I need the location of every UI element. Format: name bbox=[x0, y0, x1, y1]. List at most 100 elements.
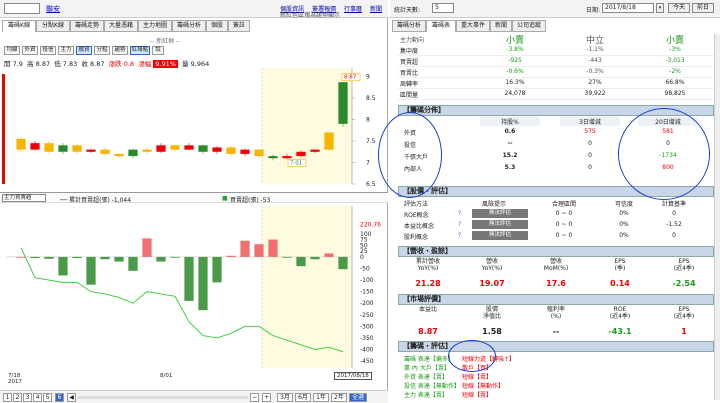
low-label: 7.01 bbox=[290, 161, 302, 167]
period-1y[interactable]: 1年 bbox=[313, 393, 329, 402]
indicator-tick-label: -400 bbox=[360, 346, 374, 353]
page-1[interactable]: 1 bbox=[3, 393, 12, 402]
vertical-scrollbar[interactable] bbox=[714, 34, 720, 400]
candle-body bbox=[254, 149, 264, 157]
candle-body bbox=[86, 149, 96, 152]
page-5[interactable]: 5 bbox=[43, 393, 52, 402]
summary-cell: 27% bbox=[588, 79, 602, 86]
prev-day-button[interactable]: 前日 bbox=[692, 3, 714, 13]
chip-eval-left: 外資 表達【賣】 bbox=[404, 374, 448, 381]
btn-margin[interactable]: 融資 bbox=[76, 46, 92, 55]
btn-main[interactable]: 主力 bbox=[58, 46, 74, 55]
btn-ma[interactable]: 均線 bbox=[4, 46, 20, 55]
tab-broker-kline[interactable]: 分點K線 bbox=[36, 20, 70, 32]
indicator-bar bbox=[30, 256, 40, 259]
valuation-range: 0 ~ 0 bbox=[555, 221, 573, 228]
tab-chip-table[interactable]: 籌碼表 bbox=[426, 20, 456, 32]
section-market: 【市場評價】 bbox=[398, 294, 714, 305]
row-divider bbox=[398, 55, 714, 56]
period-3m[interactable]: 3月 bbox=[277, 393, 293, 402]
candle-body bbox=[142, 149, 152, 152]
indicator-chart: 220.761007550250-50-100-150-200-250-300-… bbox=[6, 206, 381, 368]
page-2[interactable]: 2 bbox=[13, 393, 22, 402]
tab-chip-analysis[interactable]: 籌碼分析 bbox=[392, 20, 426, 32]
valuation-confidence: 0% bbox=[619, 210, 629, 217]
revenue-value: 0.14 bbox=[610, 279, 630, 288]
symbol-input[interactable] bbox=[4, 3, 40, 14]
tab-chip-trend[interactable]: 籌碼走勢 bbox=[70, 20, 104, 32]
btn-red-green[interactable]: 紅綠點 bbox=[130, 46, 150, 55]
price-tick-label: 8.5 bbox=[366, 95, 376, 102]
summary-row-label: 買賣比 bbox=[400, 70, 419, 77]
summary-cell: -3,013 bbox=[665, 57, 685, 64]
symbol-name-link[interactable]: 聯安 bbox=[46, 4, 60, 14]
indicator-bar bbox=[114, 256, 124, 262]
link-news[interactable]: 新聞 bbox=[370, 6, 382, 13]
indicator-tick-label: -250 bbox=[360, 312, 374, 319]
indicator-bar bbox=[128, 256, 138, 271]
chip-eval-right: 短線【賣】 bbox=[462, 392, 493, 399]
summary-row-label: 周轉率 bbox=[400, 81, 419, 88]
tab-chip-kline[interactable]: 籌碼K線 bbox=[2, 20, 36, 32]
valuation-risk-box: 無法評估 bbox=[472, 209, 528, 218]
indicator-legend-bar: 買賣超(張) -53 bbox=[230, 197, 271, 204]
indicator-tick-label: -100 bbox=[360, 277, 374, 284]
btn-help[interactable]: 說 bbox=[152, 46, 164, 55]
candle-body bbox=[44, 143, 54, 152]
zoom-out-icon[interactable]: − bbox=[250, 393, 259, 402]
tab-volume[interactable]: 大量憑藉 bbox=[104, 20, 138, 32]
tab-tracking[interactable]: 公司追蹤 bbox=[512, 20, 546, 32]
period-6m[interactable]: 6月 bbox=[295, 393, 311, 402]
chip-dist-3d: 0 bbox=[588, 164, 592, 171]
chip-dist-holding: -- bbox=[507, 140, 513, 147]
tab-news[interactable]: 新聞 bbox=[490, 20, 512, 32]
period-all[interactable]: 全選 bbox=[349, 393, 367, 402]
help-icon[interactable]: ? bbox=[458, 221, 461, 228]
btn-trend[interactable]: 趨勢 bbox=[112, 46, 128, 55]
btn-broker[interactable]: 分點 bbox=[94, 46, 110, 55]
revenue-header: EPS (近4季) bbox=[673, 258, 695, 272]
page-3[interactable]: 3 bbox=[23, 393, 32, 402]
tab-events[interactable]: 重大事件 bbox=[456, 20, 490, 32]
period-2y[interactable]: 2年 bbox=[331, 393, 347, 402]
candle-body bbox=[114, 153, 124, 157]
summary-header-col1: 小賣 bbox=[505, 36, 524, 46]
annotation-circle-left bbox=[378, 112, 442, 198]
candle-body bbox=[338, 82, 348, 124]
days-select[interactable]: 5 bbox=[432, 3, 454, 13]
tab-main-map[interactable]: 主力地圖 bbox=[138, 20, 172, 32]
indicator-tick-label: 220.76 bbox=[360, 222, 381, 229]
overlay-buttons: 均線 外資 投信 主力 融資 分點 趨勢 紅綠點 說 bbox=[4, 46, 204, 55]
zoom-in-icon[interactable]: + bbox=[262, 393, 271, 402]
highlight-region bbox=[262, 206, 352, 368]
btn-trust[interactable]: 投信 bbox=[40, 46, 56, 55]
date-input[interactable]: 2017/8/18 bbox=[602, 3, 654, 13]
page-6[interactable]: 6 bbox=[55, 393, 64, 402]
days-label: 統計天數: bbox=[394, 7, 421, 14]
price-chart: 9 8.5 8 7.5 7 6.5 8.87 7.01 bbox=[2, 68, 376, 188]
valuation-confidence: 0% bbox=[619, 221, 629, 228]
page-4[interactable]: 4 bbox=[33, 393, 42, 402]
scroll-left-icon[interactable]: ◀ bbox=[67, 393, 76, 402]
today-button[interactable]: 今天 bbox=[668, 3, 690, 13]
indicator-bar bbox=[170, 256, 180, 258]
tab-chip-analysis[interactable]: 籌碼分析 bbox=[172, 20, 206, 32]
valuation-risk-box: 無法評估 bbox=[472, 220, 528, 229]
link-calendar[interactable]: 行事曆 bbox=[344, 6, 362, 13]
summary-cell: 16.3% bbox=[505, 79, 525, 86]
date-down-icon[interactable]: ▾ bbox=[656, 3, 664, 13]
candle-body bbox=[282, 156, 292, 159]
help-icon[interactable]: ? bbox=[458, 232, 461, 239]
summary-cell: -3.8% bbox=[506, 46, 524, 53]
help-icon[interactable]: ? bbox=[458, 210, 461, 217]
btn-foreign[interactable]: 外資 bbox=[22, 46, 38, 55]
valuation-range: 0 ~ 0 bbox=[555, 232, 573, 239]
indicator-select[interactable]: 主力買賣超 bbox=[2, 194, 46, 202]
tab-stock[interactable]: 個股 bbox=[206, 20, 228, 32]
chip-dist-header: 持股% bbox=[480, 117, 540, 126]
tab-note[interactable]: 簽註 bbox=[228, 20, 250, 32]
indicator-bar bbox=[16, 256, 26, 258]
indicator-bar bbox=[254, 244, 264, 257]
chip-eval-left: 投信 表達【無動作】 bbox=[404, 383, 460, 390]
horizontal-scrollbar[interactable] bbox=[78, 396, 248, 399]
